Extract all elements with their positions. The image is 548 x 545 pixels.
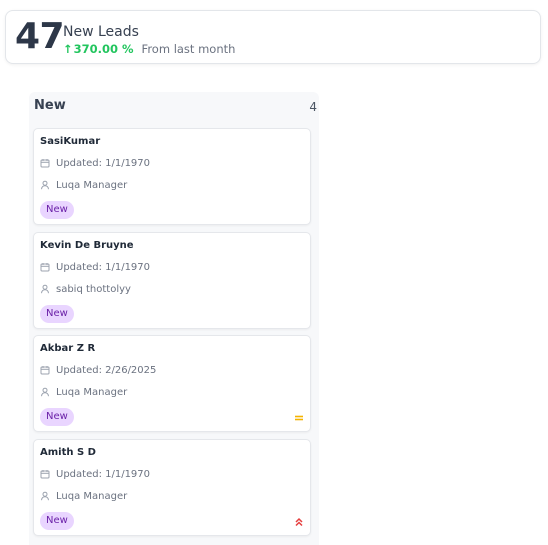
lead-card[interactable]: SasiKumar Updated: 1/1/1970 Luqa Manager… <box>33 128 311 225</box>
stat-number: 47 <box>15 16 65 57</box>
kanban-column-new: New 4 SasiKumar Updated: 1/1/1970 Luqa M… <box>29 92 319 545</box>
status-badge: New <box>40 512 74 530</box>
lead-updated-row: Updated: 2/26/2025 <box>40 363 156 377</box>
lead-updated: Updated: 2/26/2025 <box>56 364 157 376</box>
lead-updated-row: Updated: 1/1/1970 <box>40 156 150 170</box>
lead-owner-row: sabiq thottolyy <box>40 282 131 296</box>
lead-owner: Luqa Manager <box>56 386 128 398</box>
new-leads-stat-card: 47 New Leads ↑370.00 % From last month <box>5 10 541 64</box>
stat-period: From last month <box>141 42 236 56</box>
lead-updated: Updated: 1/1/1970 <box>56 468 151 480</box>
stat-change: ↑370.00 % From last month <box>63 41 235 57</box>
status-badge: New <box>40 201 74 219</box>
calendar-icon <box>40 159 50 168</box>
lead-updated-row: Updated: 1/1/1970 <box>40 260 150 274</box>
calendar-icon <box>40 470 50 479</box>
column-count: 4 <box>309 100 317 114</box>
status-badge: New <box>40 408 74 426</box>
lead-owner-row: Luqa Manager <box>40 178 127 192</box>
lead-updated: Updated: 1/1/1970 <box>56 157 151 169</box>
arrow-up-icon: ↑ <box>63 42 73 56</box>
lead-owner-row: Luqa Manager <box>40 385 127 399</box>
calendar-icon <box>40 263 50 272</box>
lead-name: Kevin De Bruyne <box>40 240 134 251</box>
stat-title: New Leads <box>63 24 139 40</box>
lead-owner: sabiq thottolyy <box>56 283 131 295</box>
stat-change-value: 370.00 % <box>73 42 134 56</box>
lead-name: SasiKumar <box>40 136 101 147</box>
lead-name: Amith S D <box>40 447 96 458</box>
lead-card[interactable]: Kevin De Bruyne Updated: 1/1/1970 sabiq … <box>33 232 311 329</box>
priority-high-icon <box>295 517 303 527</box>
user-icon <box>41 180 49 190</box>
calendar-icon <box>40 366 50 375</box>
lead-updated: Updated: 1/1/1970 <box>56 261 151 273</box>
column-title: New <box>34 98 66 113</box>
status-badge: New <box>40 305 74 323</box>
lead-name: Akbar Z R <box>40 343 96 354</box>
user-icon <box>41 284 49 294</box>
user-icon <box>41 491 49 501</box>
lead-owner: Luqa Manager <box>56 179 128 191</box>
user-icon <box>41 387 49 397</box>
lead-updated-row: Updated: 1/1/1970 <box>40 467 150 481</box>
lead-card[interactable]: Amith S D Updated: 1/1/1970 Luqa Manager… <box>33 439 311 536</box>
lead-owner-row: Luqa Manager <box>40 489 127 503</box>
priority-medium-icon <box>295 415 303 421</box>
lead-card[interactable]: Akbar Z R Updated: 2/26/2025 Luqa Manage… <box>33 335 311 432</box>
lead-owner: Luqa Manager <box>56 490 128 502</box>
